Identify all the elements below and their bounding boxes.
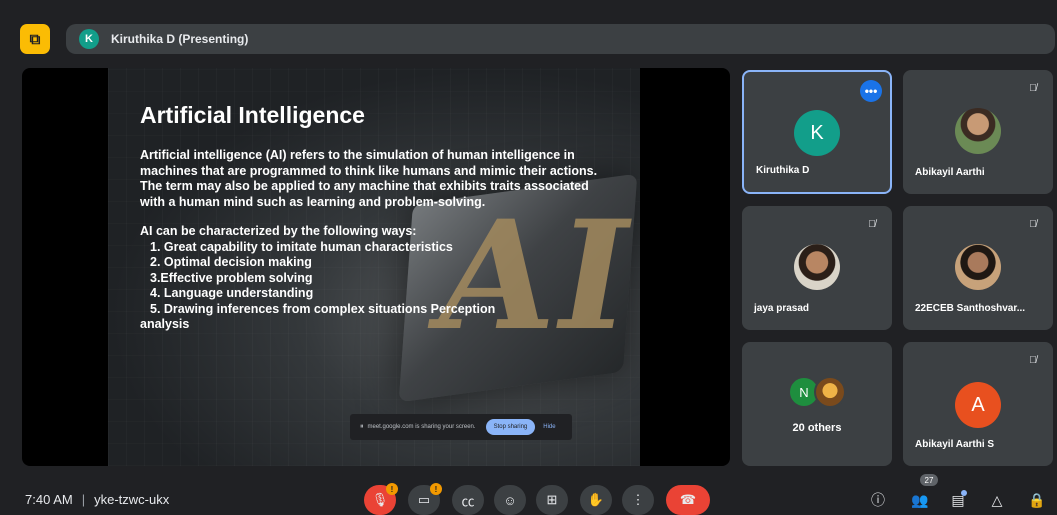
slide-paragraph-2: The term may also be applied to any mach… [140,179,589,209]
others-avatars: N [788,376,846,408]
mic-off-icon: 🎙̸ [1029,354,1037,366]
participant-tile[interactable]: 🎙̸ jaya prasad [742,206,892,330]
shared-slide: AI Artificial Intelligence Artificial in… [108,68,640,466]
avatar: K [794,110,840,156]
top-bar: ⧉ K Kiruthika D (Presenting) [0,0,1057,64]
raise-hand-button[interactable]: ✋ [580,485,612,515]
emoji-icon: ☺ [503,492,517,508]
pause-icon: ⏸ [360,423,364,430]
screen-share-bar: ⏸ meet.google.com is sharing your screen… [350,414,572,440]
mic-toggle-button[interactable]: 🎙 ! [364,483,398,515]
host-controls-lock-icon[interactable]: 🔒 [1027,490,1047,510]
separator: | [81,492,86,507]
meeting-info: 7:40 AM | yke-tzwc-ukx [25,492,169,507]
phone-hangup-icon: ☎ [679,492,697,507]
slide-list-item: 3.Effective problem solving [150,270,313,285]
slide-list-tail: analysis [140,317,190,331]
others-count: 20 others [792,422,842,434]
activities-icon[interactable]: △ [987,490,1007,510]
more-options-icon[interactable]: ••• [860,80,882,102]
reactions-button[interactable]: ☺ [494,485,526,515]
stop-sharing-button[interactable]: Stop sharing [485,419,536,435]
mic-off-icon: 🎙̸ [868,218,876,230]
slide-body: Artificial intelligence (AI) refers to t… [140,148,600,333]
slide-list-item: 2. Optimal decision making [150,255,312,269]
presentation-stage: AI Artificial Intelligence Artificial in… [22,68,730,466]
presenter-avatar: K [79,29,99,49]
slide-list-item: 4. Language understanding [150,286,314,300]
participant-tile[interactable]: 🎙̸ 22ECEB Santhoshvar... [903,206,1053,330]
slide-lead: AI can be characterized by the following… [140,224,417,238]
more-options-button[interactable]: ⋮ [622,485,654,515]
slide-paragraph-1: Artificial intelligence (AI) refers to t… [140,148,598,178]
participant-tile[interactable]: 🎙̸ A Abikayil Aarthi S [903,342,1053,466]
avatar [955,108,1001,154]
picture-in-picture-off-icon[interactable]: ⧉ [20,24,50,54]
mic-off-icon: 🎙 [371,492,389,507]
chat-notification-dot [961,490,967,496]
slide-title: Artificial Intelligence [140,102,365,128]
meeting-code: yke-tzwc-ukx [94,492,170,507]
camera-warning-badge: ! [430,483,442,495]
closed-captions-icon: ㏄ [461,493,475,509]
share-message: meet.google.com is sharing your screen. [367,424,476,430]
participant-name: jaya prasad [754,303,810,314]
slide-list-item: 5. Drawing inferences from complex situa… [150,301,496,316]
participant-name: Abikayil Aarthi S [915,439,995,450]
participant-name: Kiruthika D [756,165,810,176]
presenting-label: Kiruthika D (Presenting) [111,32,249,46]
present-button[interactable]: ⊞ [536,485,568,515]
mic-warning-badge: ! [386,483,398,495]
participant-count-badge: 27 [920,474,938,486]
participant-tile[interactable]: ••• K Kiruthika D [742,70,892,194]
hide-button[interactable]: Hide [543,424,555,430]
more-vert-icon: ⋮ [631,492,645,507]
clock-time: 7:40 AM [25,492,73,507]
avatar [794,244,840,290]
others-tile[interactable]: N 20 others [742,342,892,466]
participant-name: 22ECEB Santhoshvar... [915,303,1026,314]
present-screen-icon: ⊞ [546,492,558,507]
mic-off-icon: 🎙̸ [1029,218,1037,230]
leave-call-button[interactable]: ☎ [666,485,710,515]
participant-tile[interactable]: 🎙̸ Abikayil Aarthi [903,70,1053,194]
hand-icon: ✋ [587,492,605,507]
camera-off-icon: ▭ [417,492,431,507]
meeting-details-icon[interactable]: ⓘ [868,490,888,510]
avatar [955,244,1001,290]
avatar [814,376,846,408]
mic-off-icon: 🎙̸ [1029,82,1037,94]
people-icon[interactable]: 👥 [910,490,930,510]
bottom-toolbar: 7:40 AM | yke-tzwc-ukx 🎙 ! ▭ ! ㏄ ☺ ⊞ ✋ ⋮… [0,480,1057,515]
avatar: A [955,382,1001,428]
participant-name: Abikayil Aarthi [915,167,985,178]
slide-list-item: 1. Great capability to imitate human cha… [150,239,453,254]
camera-toggle-button[interactable]: ▭ ! [408,483,442,515]
captions-button[interactable]: ㏄ [452,485,484,515]
presenting-banner[interactable]: K Kiruthika D (Presenting) [66,24,1055,54]
